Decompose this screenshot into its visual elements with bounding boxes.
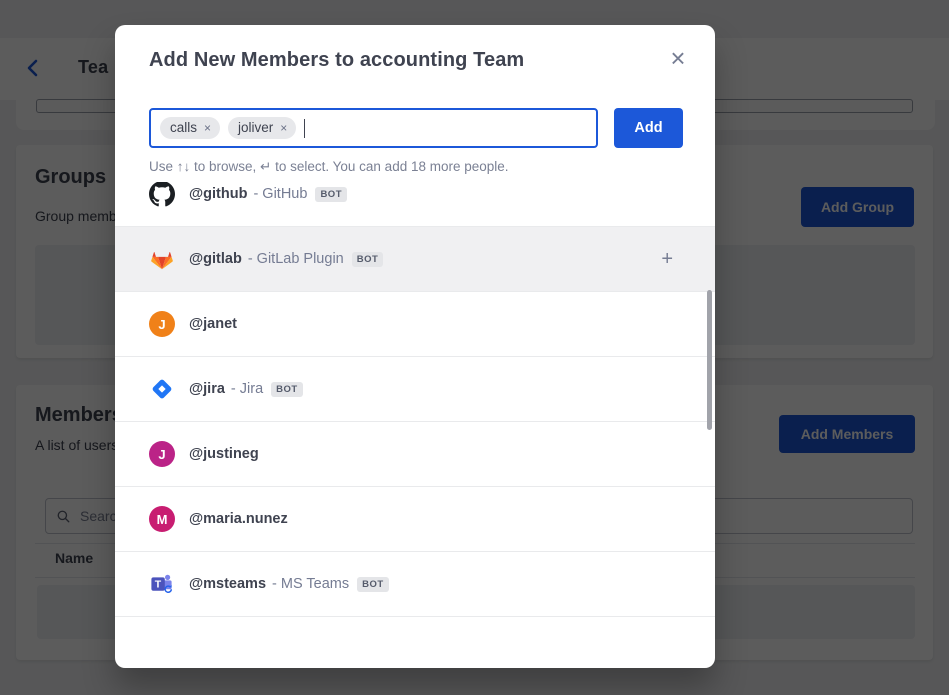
msteams-icon: T	[149, 571, 175, 597]
add-button[interactable]: Add	[614, 108, 683, 148]
avatar: M	[149, 506, 175, 532]
row-username: @msteams	[189, 576, 266, 592]
bot-badge: BOT	[357, 577, 389, 592]
row-description: - MS Teams	[272, 576, 349, 592]
helper-text: Use ↑↓ to browse, ↵ to select. You can a…	[149, 159, 509, 175]
remove-chip-icon[interactable]: ×	[204, 122, 211, 134]
avatar: J	[149, 441, 175, 467]
modal-title: Add New Members to accounting Team	[149, 49, 524, 72]
suggestion-row[interactable]: @jira - Jira BOT	[115, 357, 715, 422]
selected-user-chip: calls ×	[160, 117, 220, 139]
selected-user-chip: joliver ×	[228, 117, 296, 139]
gitlab-icon	[149, 246, 175, 272]
suggestion-row[interactable]: J @janet	[115, 292, 715, 357]
add-members-modal: Add New Members to accounting Team × cal…	[115, 25, 715, 668]
row-username: @justineg	[189, 446, 259, 462]
page: Tea Groups Group memb Add Group Members …	[0, 0, 949, 695]
row-username: @github	[189, 186, 247, 202]
svg-text:T: T	[155, 579, 162, 591]
jira-icon	[149, 376, 175, 402]
row-username: @janet	[189, 316, 237, 332]
row-username: @maria.nunez	[189, 511, 288, 527]
suggestion-row[interactable]: @gitlab - GitLab Plugin BOT +	[115, 227, 715, 292]
close-icon[interactable]: ×	[661, 41, 695, 75]
remove-chip-icon[interactable]: ×	[280, 122, 287, 134]
github-icon	[149, 182, 175, 207]
plus-icon[interactable]: +	[661, 248, 695, 271]
row-description: - GitHub	[253, 186, 307, 202]
text-cursor	[304, 119, 305, 138]
suggestion-row[interactable]: T @msteams - MS Teams BOT	[115, 552, 715, 617]
chip-label: joliver	[238, 120, 273, 135]
members-multiselect-input[interactable]: calls × joliver ×	[149, 108, 598, 148]
bot-badge: BOT	[315, 187, 347, 202]
bot-badge: BOT	[271, 382, 303, 397]
bot-badge: BOT	[352, 252, 384, 267]
avatar: J	[149, 311, 175, 337]
row-username: @jira	[189, 381, 225, 397]
suggestion-list: @github - GitHub BOT @gitlab - GitLab Pl…	[115, 182, 715, 617]
row-description: - GitLab Plugin	[248, 251, 344, 267]
suggestion-row[interactable]: J @justineg	[115, 422, 715, 487]
chip-label: calls	[170, 120, 197, 135]
scrollbar-thumb[interactable]	[707, 290, 712, 430]
row-description: - Jira	[231, 381, 263, 397]
suggestion-row[interactable]: M @maria.nunez	[115, 487, 715, 552]
row-username: @gitlab	[189, 251, 242, 267]
suggestion-row[interactable]: @github - GitHub BOT	[115, 182, 715, 227]
